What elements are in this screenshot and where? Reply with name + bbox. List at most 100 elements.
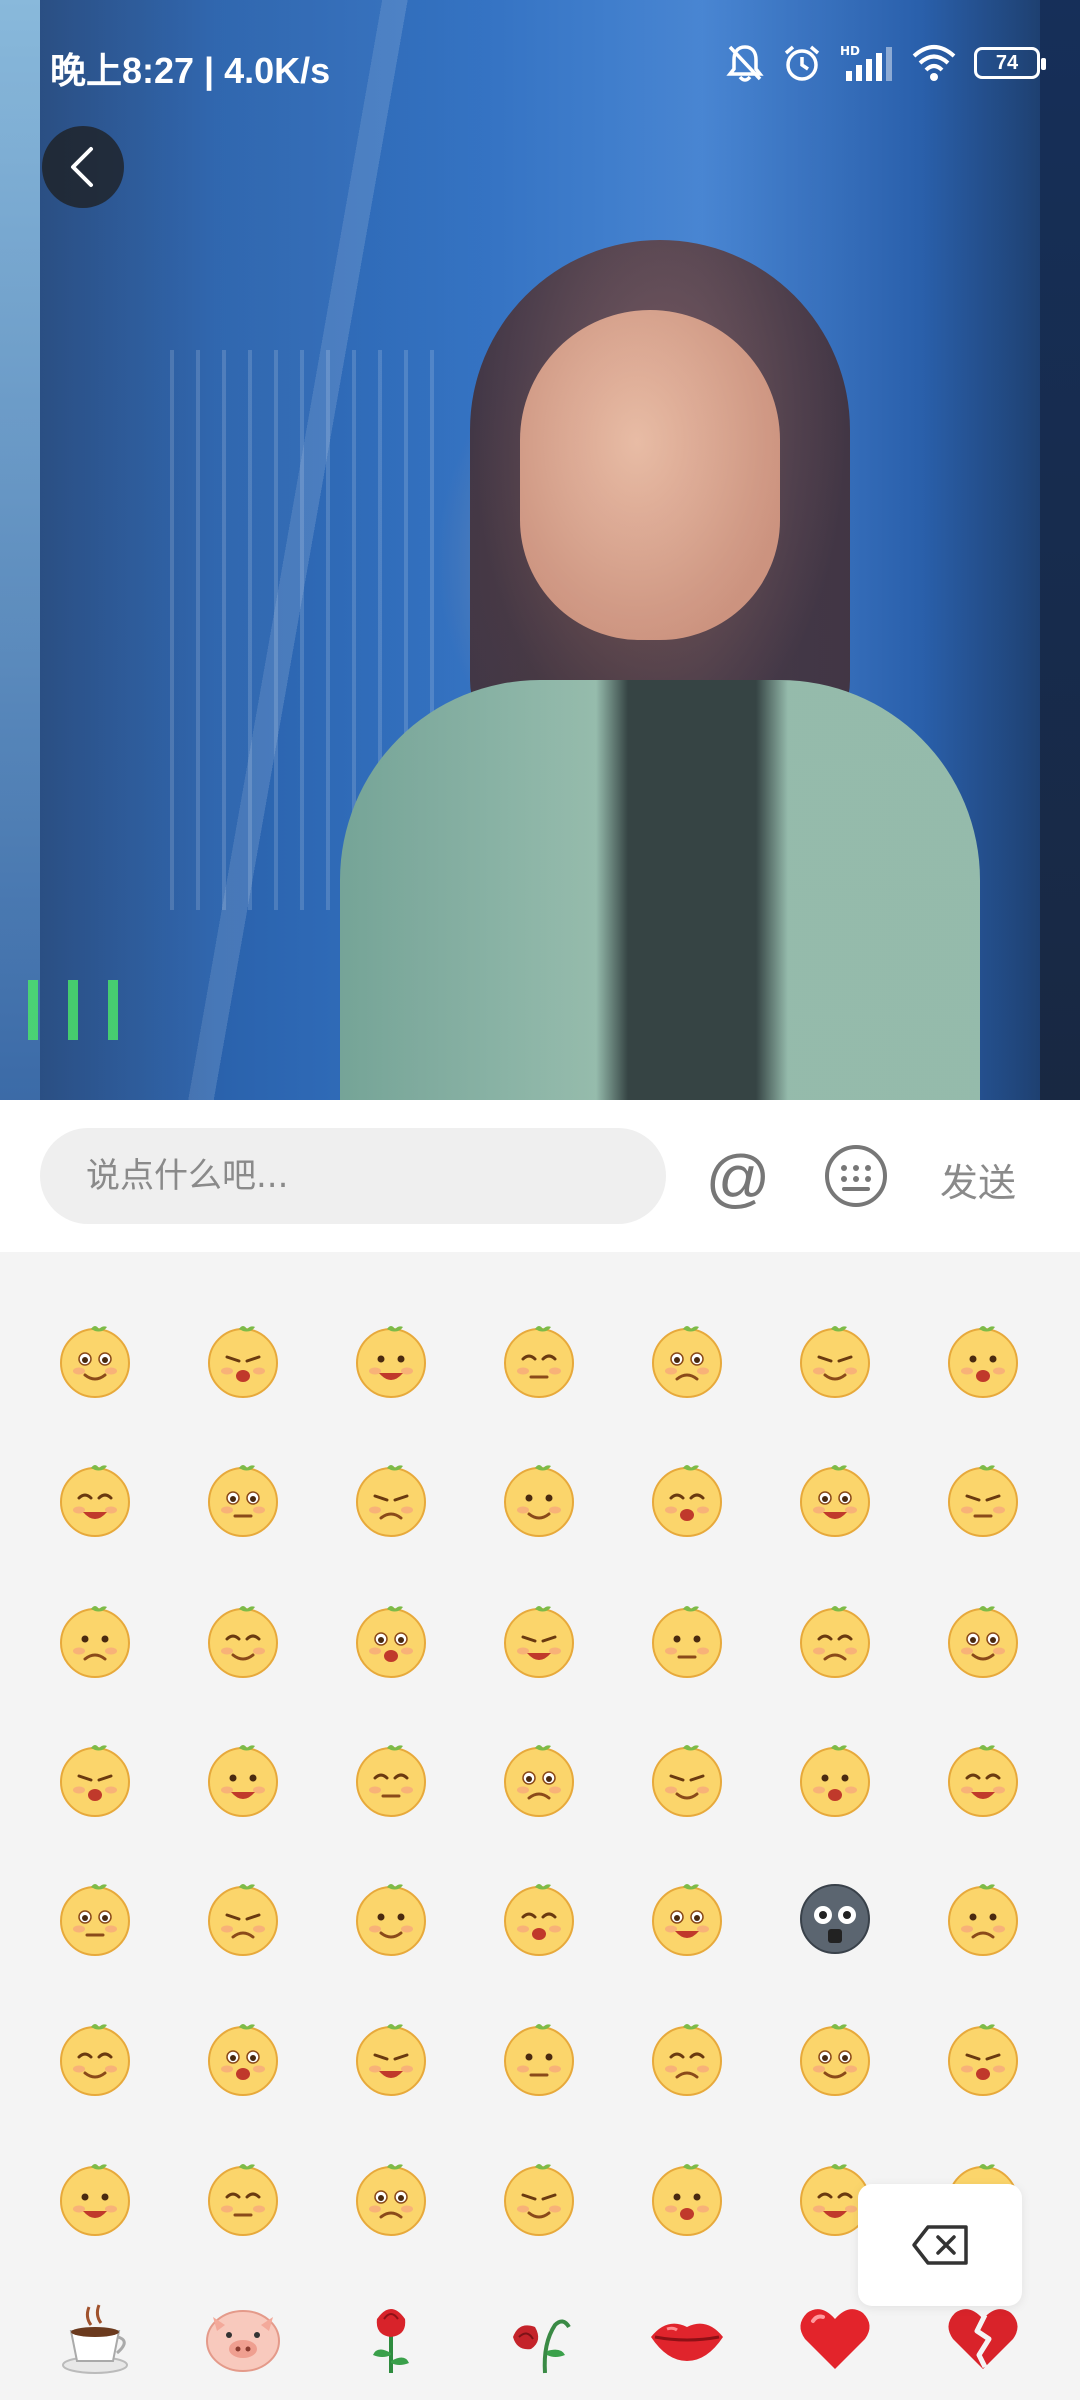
- status-icons: HD 74: [726, 40, 1046, 86]
- emoji-sunglasses[interactable]: [647, 1319, 727, 1399]
- emoji-kiss-heart[interactable]: [647, 2157, 727, 2237]
- emoji-skull[interactable]: [795, 1877, 875, 1957]
- emoji-thinking[interactable]: [351, 2017, 431, 2097]
- crying-icon: [800, 1326, 870, 1398]
- emoji-headband-angry[interactable]: [55, 1877, 135, 1957]
- sad-icon: [208, 1606, 278, 1678]
- toothy-grin-icon: [652, 2024, 722, 2096]
- emoji-wilted-rose[interactable]: [499, 2297, 579, 2377]
- emoji-sleepy[interactable]: [203, 1458, 283, 1538]
- kiss-heart-icon: [652, 2164, 722, 2236]
- lips-icon: [651, 2323, 723, 2361]
- emoji-smile[interactable]: [55, 1319, 135, 1399]
- speechless-icon: [208, 2024, 278, 2096]
- emoji-shh[interactable]: [499, 1877, 579, 1957]
- grimace-icon: [504, 2164, 574, 2236]
- emoji-eye-roll[interactable]: [55, 1738, 135, 1818]
- emoji-angry[interactable]: [647, 1458, 727, 1538]
- comment-input[interactable]: [40, 1128, 666, 1224]
- emoji-coffee[interactable]: [55, 2297, 135, 2377]
- emoji-question[interactable]: [351, 1877, 431, 1957]
- giggle-icon: [800, 1606, 870, 1678]
- backspace-button[interactable]: [858, 2184, 1022, 2306]
- hd-signal-icon: HD: [840, 44, 892, 81]
- emoji-keyboard-toggle-icon[interactable]: [822, 1142, 890, 1210]
- emoji-blush[interactable]: [943, 1599, 1023, 1679]
- emoji-smug[interactable]: [351, 1738, 431, 1818]
- emoji-puppy-eyes[interactable]: [351, 2157, 431, 2237]
- emoji-laugh[interactable]: [795, 1738, 875, 1818]
- eye-roll-icon: [60, 1745, 130, 1817]
- heart-icon: [800, 2309, 870, 2369]
- emoji-yawn[interactable]: [499, 2017, 579, 2097]
- smug-icon: [356, 1745, 426, 1817]
- emoji-shy-eyes[interactable]: [203, 1319, 283, 1399]
- emoji-sad[interactable]: [203, 1599, 283, 1679]
- emoji-squint-laugh[interactable]: [943, 1319, 1023, 1399]
- emoji-worried[interactable]: [203, 2157, 283, 2237]
- dazed-icon: [504, 1326, 574, 1398]
- emoji-scream[interactable]: [499, 1599, 579, 1679]
- sweat-red-icon: [504, 1465, 574, 1537]
- emoji-sob[interactable]: [351, 1458, 431, 1538]
- emoji-speechless[interactable]: [203, 2017, 283, 2097]
- emoji-giggle[interactable]: [795, 1599, 875, 1679]
- emoji-rainbow-vomit[interactable]: [647, 1599, 727, 1679]
- emoji-broken-heart[interactable]: [943, 2297, 1023, 2377]
- smile-icon: [60, 1326, 130, 1398]
- broken-heart-icon: [948, 2309, 1018, 2369]
- emoji-punch[interactable]: [203, 1877, 283, 1957]
- worried-icon: [208, 2164, 278, 2236]
- shy-eyes-icon: [208, 1326, 278, 1398]
- emoji-crying[interactable]: [795, 1319, 875, 1399]
- sigh-icon: [800, 2024, 870, 2096]
- battery-level: 74: [995, 51, 1019, 74]
- emoji-dizzy[interactable]: [647, 1877, 727, 1957]
- send-button[interactable]: 发送: [940, 1152, 1016, 1207]
- emoji-dazed[interactable]: [499, 1319, 579, 1399]
- emoji-rose[interactable]: [351, 2297, 431, 2377]
- emoji-sealed-mouth[interactable]: [55, 1458, 135, 1538]
- emoji-wink-star[interactable]: [795, 1458, 875, 1538]
- emoji-sweat-drops[interactable]: [647, 1738, 727, 1818]
- emoji-sigh[interactable]: [795, 2017, 875, 2097]
- emoji-pout-hands[interactable]: [55, 2157, 135, 2237]
- video-player[interactable]: [0, 0, 1080, 1100]
- headband-angry-icon: [60, 1884, 130, 1956]
- emoji-sweat-red[interactable]: [499, 1458, 579, 1538]
- rolling-pin-icon: [948, 1884, 1018, 1956]
- skull-icon: [800, 1884, 870, 1954]
- emoji-pig[interactable]: [203, 2297, 283, 2377]
- rose-icon: [373, 2309, 409, 2373]
- emoji-surprised[interactable]: [55, 1599, 135, 1679]
- coffee-icon: [62, 2304, 128, 2374]
- emoji-heart-eyes[interactable]: [351, 1319, 431, 1399]
- rainbow-vomit-icon: [652, 1606, 722, 1678]
- sleepy-icon: [208, 1465, 278, 1537]
- emoji-grin[interactable]: [943, 1458, 1023, 1538]
- emoji-meh[interactable]: [943, 2017, 1023, 2097]
- punch-icon: [208, 1884, 278, 1956]
- emoji-hand-on-face[interactable]: [55, 2017, 135, 2097]
- emoji-frown[interactable]: [203, 1738, 283, 1818]
- emoji-rolling-pin[interactable]: [943, 1877, 1023, 1957]
- emoji-heart[interactable]: [795, 2297, 875, 2377]
- emoji-smirk[interactable]: [943, 1738, 1023, 1818]
- hand-on-face-icon: [60, 2024, 130, 2096]
- wifi-icon: [912, 45, 956, 81]
- laugh-icon: [800, 1745, 870, 1817]
- puppy-eyes-icon: [356, 2164, 426, 2236]
- blush-icon: [948, 1606, 1018, 1678]
- at-icon: @: [705, 1142, 771, 1214]
- emoji-shock[interactable]: [499, 1738, 579, 1818]
- yawn-icon: [504, 2024, 574, 2096]
- emoji-toothy-grin[interactable]: [647, 2017, 727, 2097]
- mention-button[interactable]: @: [700, 1140, 776, 1216]
- emoji-teary[interactable]: [351, 1599, 431, 1679]
- backspace-icon: [912, 2225, 968, 2265]
- back-button[interactable]: [42, 126, 124, 208]
- thinking-icon: [356, 2024, 426, 2096]
- emoji-grimace[interactable]: [499, 2157, 579, 2237]
- emoji-lips[interactable]: [647, 2297, 727, 2377]
- shock-icon: [504, 1745, 574, 1817]
